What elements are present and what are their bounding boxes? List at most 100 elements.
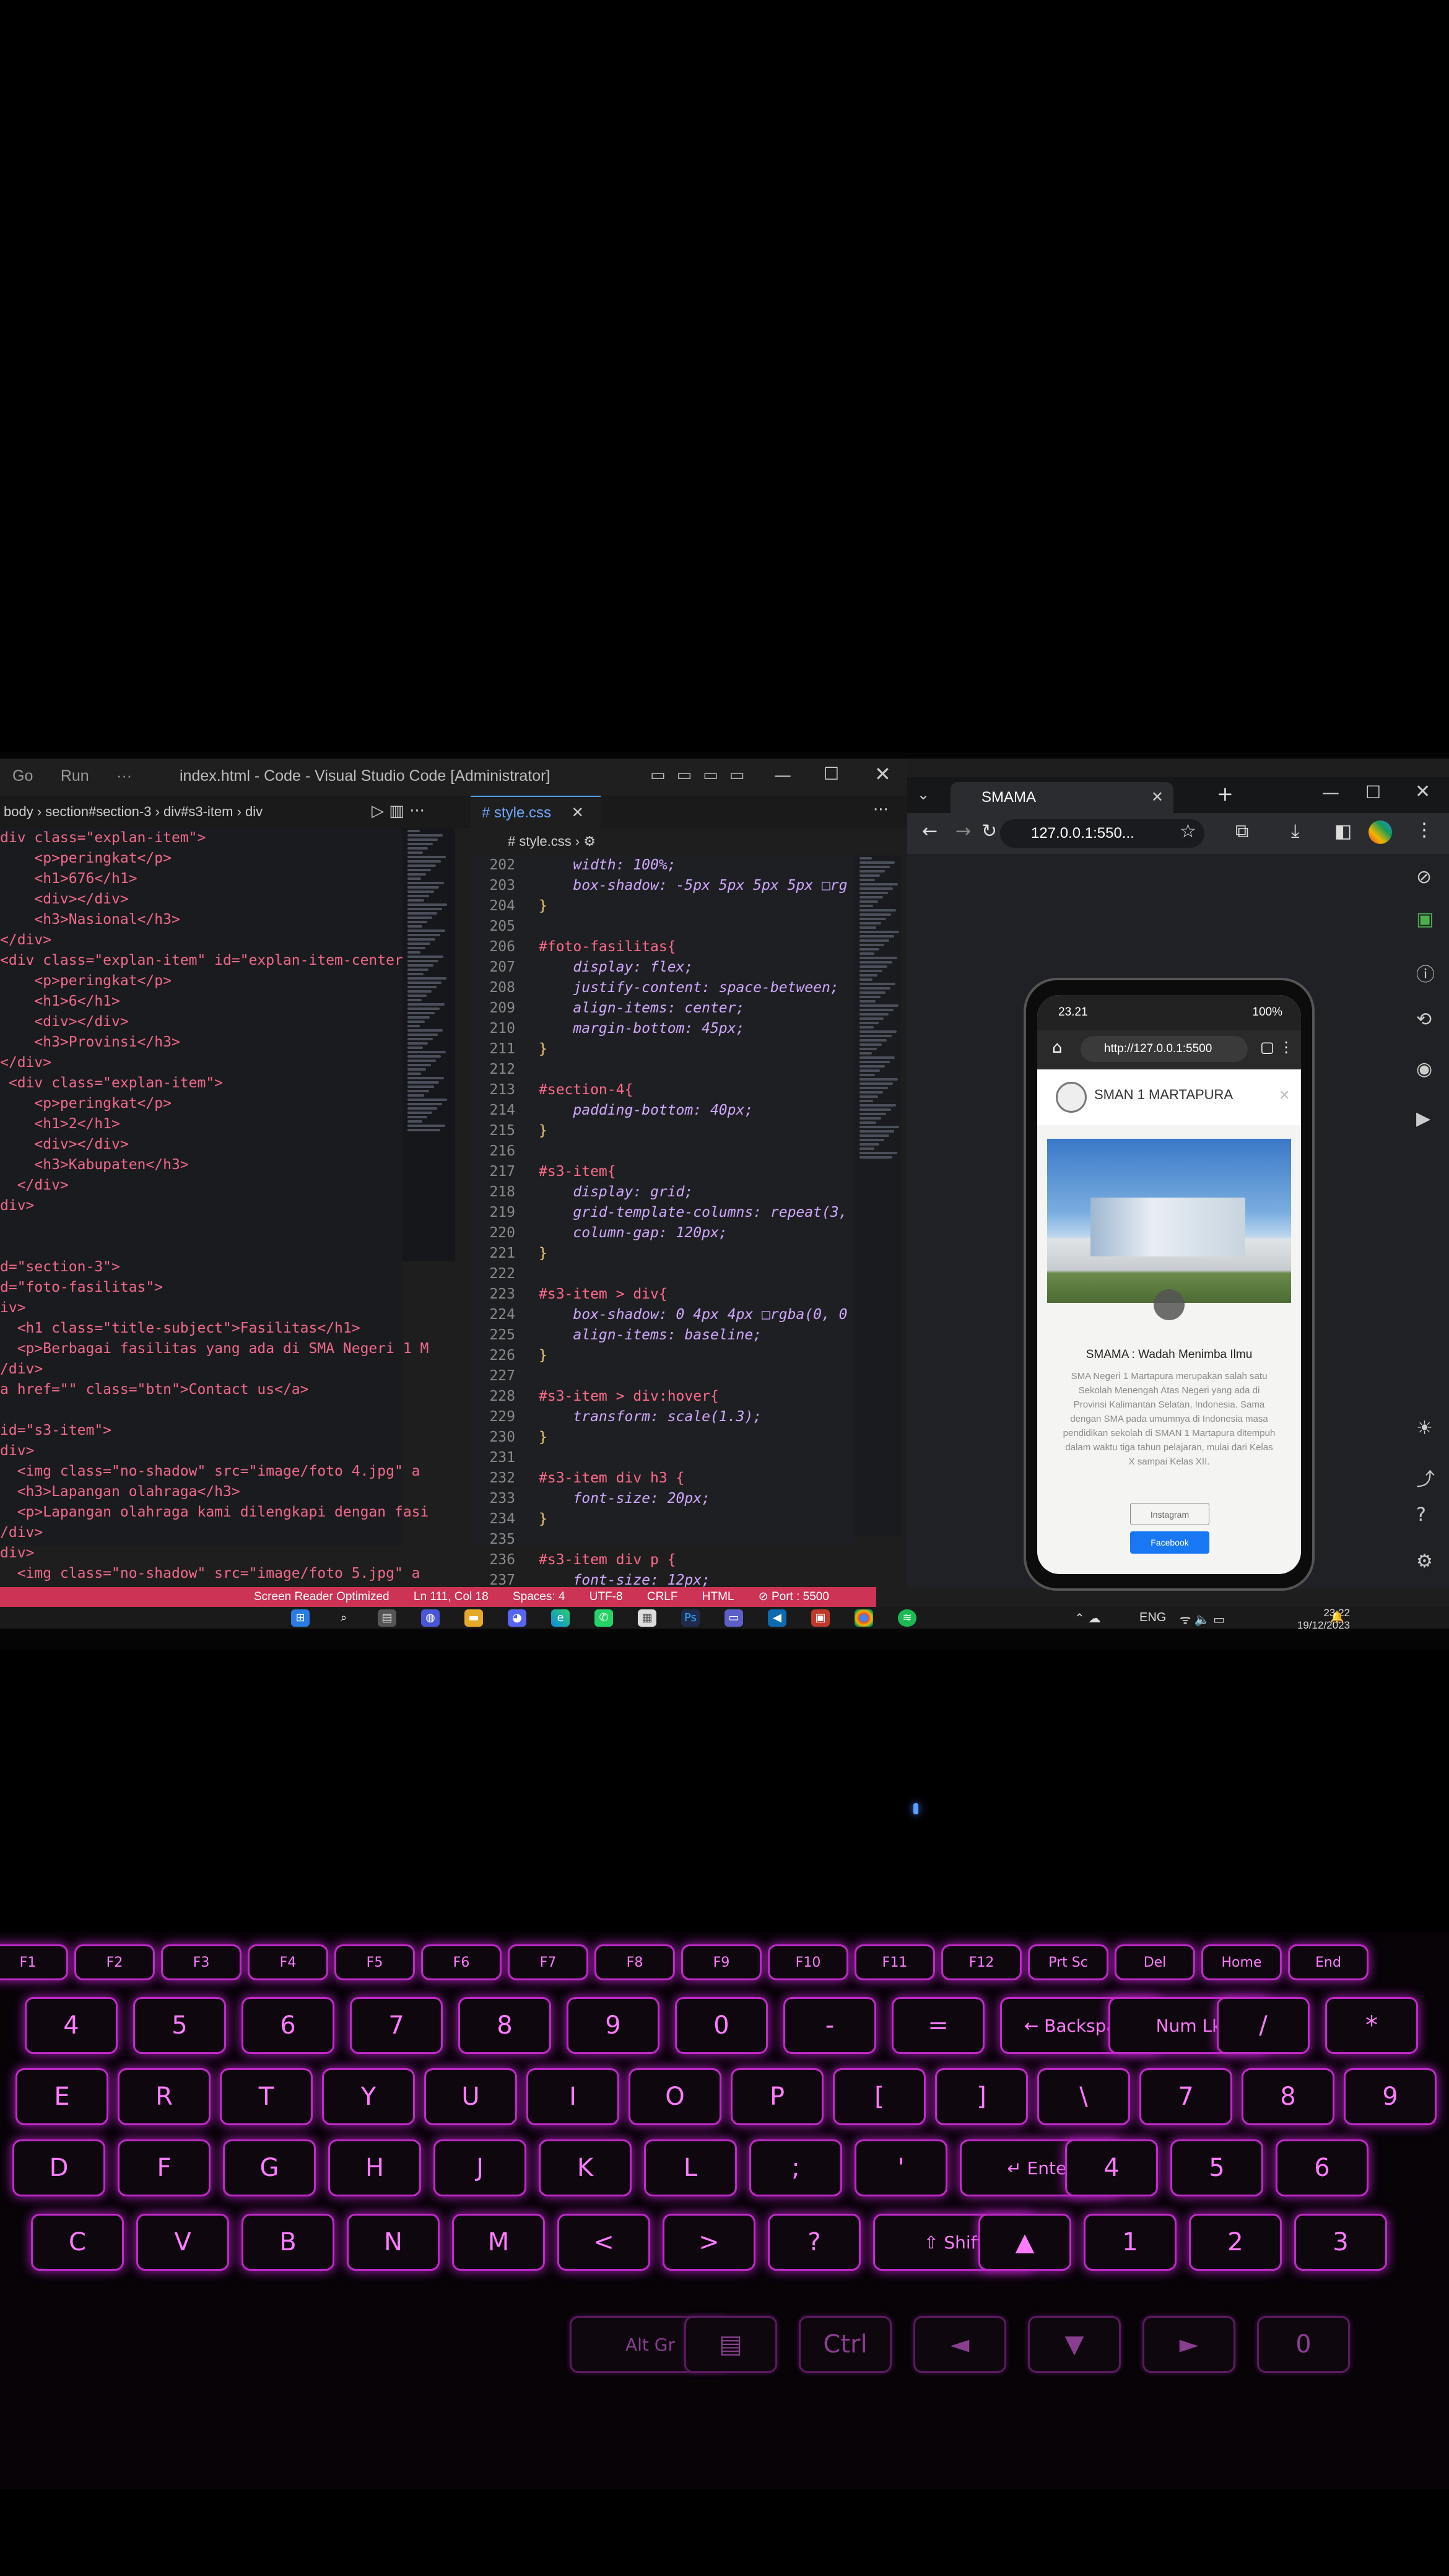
task-view-icon[interactable]: ▤	[378, 1609, 396, 1627]
chrome-menu-icon[interactable]: ⋮	[1415, 819, 1434, 841]
back-icon[interactable]: ←	[922, 820, 938, 842]
layout-toggle-icons[interactable]: ▭▭▭▭	[650, 766, 755, 785]
minimap-line	[859, 1130, 894, 1133]
chrome-tab[interactable]: SMAMA ✕	[951, 782, 1173, 813]
reload-icon[interactable]: ↻	[981, 820, 997, 842]
phone-home-icon[interactable]: ⌂	[1052, 1038, 1063, 1057]
tab-style-css[interactable]: # style.css ✕	[471, 796, 601, 828]
line-text: }	[539, 898, 547, 914]
status-screen-reader[interactable]: Screen Reader Optimized	[254, 1590, 389, 1603]
facebook-button[interactable]: Facebook	[1130, 1531, 1209, 1554]
whatsapp-icon[interactable]: ✆	[594, 1609, 613, 1627]
minimap-line	[407, 925, 422, 928]
status-encoding[interactable]: UTF-8	[590, 1590, 623, 1603]
css-minimap[interactable]	[855, 855, 901, 1536]
keyboard-key: 8	[458, 1997, 551, 2054]
more-actions-icon[interactable]: ···	[873, 801, 889, 819]
vscode-taskbar-icon[interactable]: ◀	[768, 1609, 786, 1627]
compass-icon[interactable]: ⊘	[1416, 866, 1432, 888]
keyboard-key: ]	[935, 2068, 1028, 2125]
rotate-icon[interactable]: ⟲	[1416, 1009, 1432, 1030]
phone-address-bar[interactable]: http://127.0.0.1:5500	[1081, 1036, 1248, 1062]
spotify-icon[interactable]: ≋	[898, 1609, 916, 1627]
menu-run[interactable]: Run	[61, 767, 89, 785]
info-icon[interactable]: ⓘ	[1416, 959, 1435, 986]
bookmark-star-icon[interactable]: ☆	[1180, 820, 1196, 842]
menu-more[interactable]: ···	[116, 767, 132, 785]
status-cursor-position[interactable]: Ln 111, Col 18	[414, 1590, 489, 1603]
minimap-line	[859, 1100, 873, 1102]
forward-icon[interactable]: →	[955, 820, 971, 842]
tab-search-icon[interactable]: ⌄	[917, 786, 929, 803]
brightness-icon[interactable]: ☀	[1416, 1417, 1433, 1439]
help-icon[interactable]: ?	[1416, 1504, 1426, 1526]
keyboard-key: 9	[1344, 2068, 1437, 2125]
calendar-icon[interactable]: ▦	[638, 1609, 656, 1627]
minimap-line	[859, 1152, 897, 1154]
capcut-icon[interactable]: ▭	[724, 1609, 743, 1627]
html-minimap[interactable]	[402, 828, 455, 1261]
minimap-line	[407, 1060, 436, 1062]
run-icon[interactable]: ▷ ▥ ···	[372, 802, 425, 820]
minimize-button[interactable]: —	[774, 765, 791, 785]
css-code-line: 214 padding-bottom: 40px;	[471, 1100, 855, 1121]
start-button-icon[interactable]: ⊞	[291, 1609, 310, 1627]
notification-bell-icon[interactable]: 🔔	[1330, 1611, 1344, 1624]
devc-icon[interactable]: ▣	[811, 1609, 830, 1627]
camera-icon[interactable]: ◉	[1416, 1058, 1432, 1080]
site-name[interactable]: SMAN 1 MARTAPURA	[1094, 1087, 1233, 1103]
chrome-minimize-button[interactable]: —	[1322, 782, 1339, 803]
menu-go[interactable]: Go	[12, 767, 33, 785]
share-icon[interactable]: ⤴	[1416, 1464, 1435, 1491]
tab-title: SMAMA	[981, 789, 1037, 806]
status-indentation[interactable]: Spaces: 4	[513, 1590, 565, 1603]
vscode-statusbar: Screen Reader Optimized Ln 111, Col 18 S…	[0, 1587, 876, 1607]
tab-close-icon[interactable]: ✕	[1151, 782, 1164, 813]
side-panel-icon[interactable]: ◧	[1334, 820, 1352, 842]
tray-chevron-icon[interactable]: ⌃ ☁	[1074, 1611, 1100, 1626]
file-explorer-icon[interactable]: ▬	[464, 1609, 483, 1627]
extensions-icon[interactable]: ⧉	[1235, 820, 1248, 842]
minimap-line	[407, 994, 427, 997]
minimap-line	[859, 870, 885, 872]
language-indicator[interactable]: ENG	[1139, 1611, 1166, 1625]
css-editor[interactable]: 202 width: 100%; 203 box-shadow: -5px 5px…	[471, 855, 855, 1609]
keyboard-key: I	[526, 2068, 619, 2125]
css-code-line: 221}	[471, 1243, 855, 1264]
css-code-line: 216	[471, 1141, 855, 1162]
keyboard-key: ◄	[913, 2316, 1006, 2373]
css-breadcrumb[interactable]: # style.css › ⚙	[471, 828, 944, 855]
minimap-line	[407, 851, 423, 854]
chrome-taskbar-icon[interactable]	[855, 1609, 873, 1627]
chrome-maximize-button[interactable]: ☐	[1365, 782, 1381, 803]
minimap-line	[407, 1042, 428, 1045]
status-live-server[interactable]: ⊘ Port : 5500	[759, 1590, 829, 1603]
status-eol[interactable]: CRLF	[647, 1590, 678, 1603]
profile-avatar[interactable]	[1368, 820, 1392, 844]
html-editor[interactable]: div class="explan-item"> <p>peringkat</p…	[0, 828, 429, 1582]
status-language[interactable]: HTML	[702, 1590, 734, 1603]
html-code-line: <div></div>	[0, 1014, 129, 1030]
tab-close-icon[interactable]: ✕	[572, 804, 584, 821]
photoshop-icon[interactable]: Ps	[681, 1609, 700, 1627]
device-icon[interactable]: ▣	[1416, 908, 1434, 930]
new-tab-icon[interactable]: +	[1217, 782, 1234, 806]
maximize-button[interactable]: ☐	[824, 764, 839, 784]
teams-icon[interactable]: ◍	[421, 1609, 440, 1627]
phone-tabs-icon[interactable]: ▢ ⋮	[1260, 1038, 1294, 1056]
discord-icon[interactable]: ◕	[508, 1609, 526, 1627]
minimap-line	[407, 895, 429, 897]
edge-icon[interactable]: e	[551, 1609, 570, 1627]
site-close-icon[interactable]: ✕	[1279, 1088, 1290, 1103]
video-icon[interactable]: ▶	[1416, 1108, 1430, 1129]
keyboard-key: 6	[242, 1997, 334, 2054]
settings-gear-icon[interactable]: ⚙	[1416, 1551, 1433, 1572]
network-volume-battery-icons[interactable]: ᯤ 🔈 ▭	[1180, 1611, 1225, 1627]
address-bar[interactable]: 127.0.0.1:550...	[1000, 819, 1204, 848]
close-button[interactable]: ✕	[874, 762, 891, 786]
download-icon[interactable]: ⤓	[1291, 820, 1299, 842]
chrome-close-button[interactable]: ✕	[1415, 781, 1430, 803]
instagram-button[interactable]: Instagram	[1130, 1503, 1209, 1525]
search-icon[interactable]: ⌕	[334, 1609, 353, 1627]
css-code-line: 234}	[471, 1509, 855, 1530]
